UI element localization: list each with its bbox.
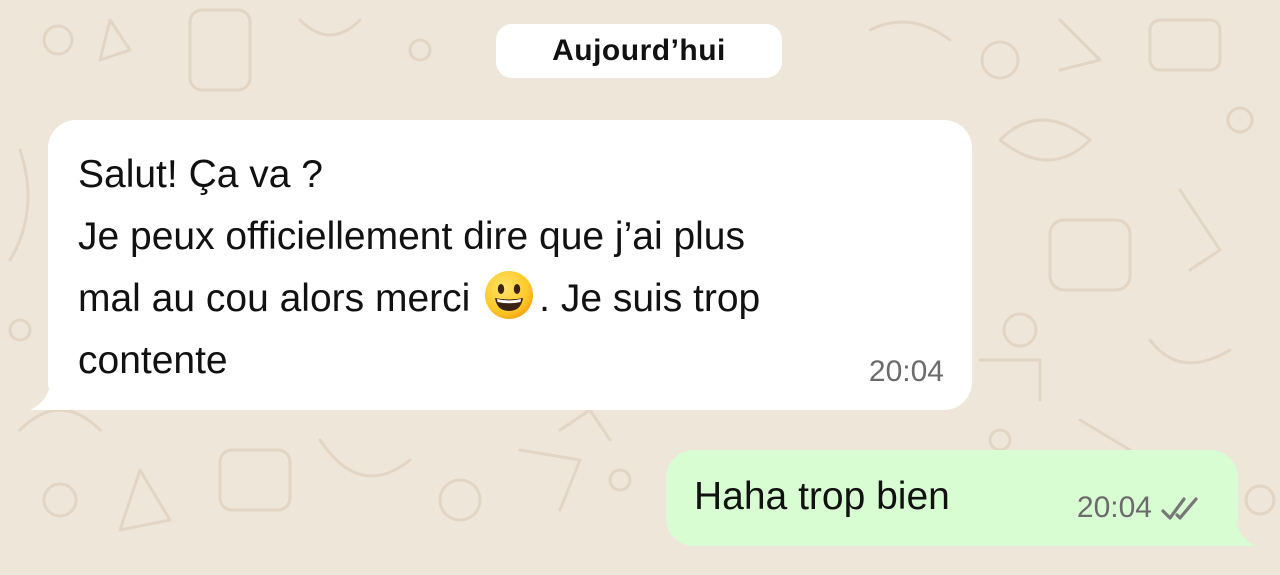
message-bubble-incoming[interactable]: Salut! Ça va ? Je peux officiellement di… [30,120,972,410]
message-text-line: Je peux officiellement dire que j’ai plu… [78,215,745,258]
message-text-line-with-emoji: mal au cou alors merci . Je suis trop [78,268,942,330]
message-time: 20:04 [1076,491,1152,524]
grinning-face-emoji-icon [485,271,534,319]
message-text-line: Salut! Ça va ? [78,153,323,196]
date-separator: Aujourd’hui [496,24,782,78]
message-bubble-outgoing[interactable]: Haha trop bien 20:04 [666,450,1256,546]
message-text-segment: mal au cou alors merci [78,277,471,320]
message-text-segment: . Je suis trop [539,277,761,320]
message-time: 20:04 [868,355,944,388]
message-text-line: contente [78,339,228,382]
double-check-icon [1161,497,1198,520]
bubble-tail [30,370,70,410]
bubble-tail [1216,506,1256,546]
